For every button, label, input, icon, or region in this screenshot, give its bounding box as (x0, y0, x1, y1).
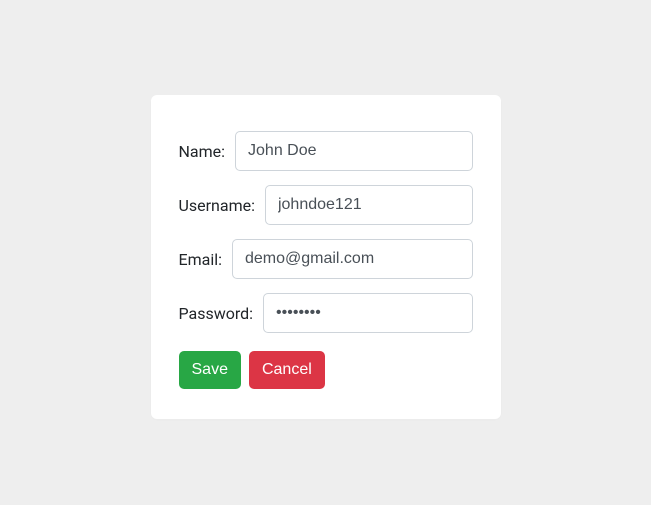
email-row: Email: (179, 239, 473, 279)
name-row: Name: (179, 131, 473, 171)
password-input[interactable] (263, 293, 472, 333)
password-label: Password: (179, 304, 254, 323)
form-card: Name: Username: Email: Password: Save Ca… (151, 95, 501, 419)
username-row: Username: (179, 185, 473, 225)
password-row: Password: (179, 293, 473, 333)
email-label: Email: (179, 250, 222, 269)
cancel-button[interactable]: Cancel (249, 351, 325, 389)
button-row: Save Cancel (179, 351, 473, 389)
save-button[interactable]: Save (179, 351, 241, 389)
username-input[interactable] (265, 185, 473, 225)
username-label: Username: (179, 196, 255, 215)
name-input[interactable] (235, 131, 472, 171)
email-input[interactable] (232, 239, 473, 279)
name-label: Name: (179, 142, 226, 161)
